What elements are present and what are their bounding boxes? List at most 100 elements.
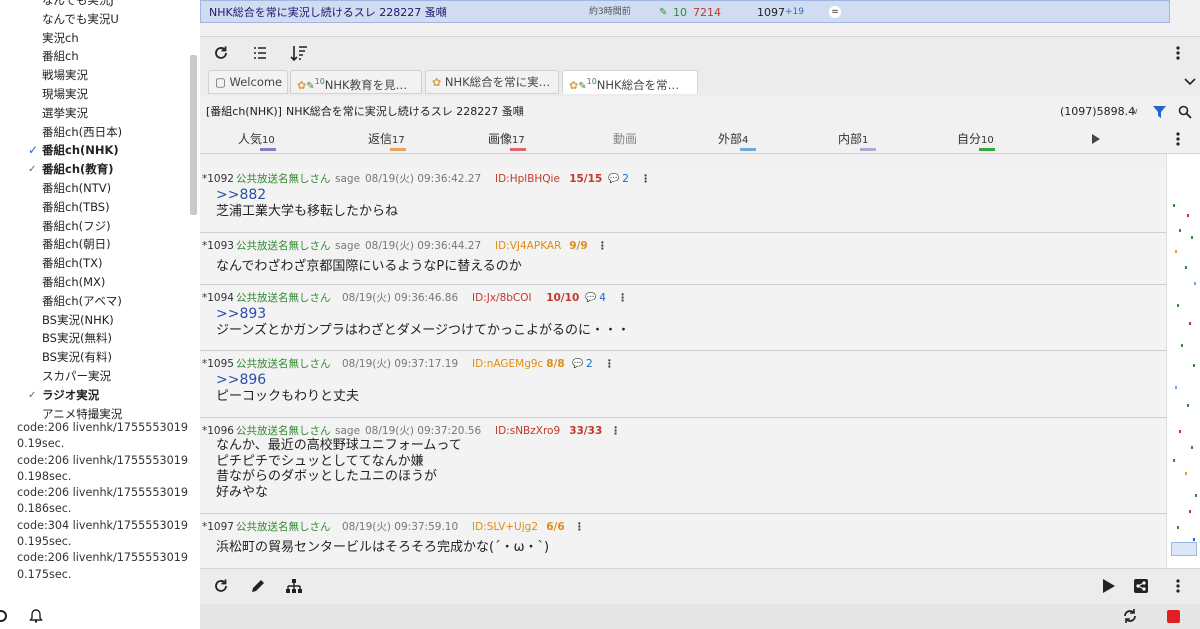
more-vert-icon[interactable]: ⋮ [597,239,608,253]
play-icon[interactable] [1097,574,1121,598]
sidebar-board-item[interactable]: 戦場実況 [0,66,190,85]
share-icon[interactable] [1129,574,1153,598]
post-reply-count[interactable]: 4 [599,291,606,305]
post-author[interactable]: 公共放送名無しさん [236,291,331,305]
chevron-down-icon[interactable]: ∨ [1132,100,1139,124]
more-vert-icon[interactable]: ⋮ [604,357,615,371]
post-id[interactable]: ID:VJ4APKAR [495,239,561,253]
sidebar-board-item[interactable]: スカパー実況 [0,367,190,386]
post-anchor-link[interactable]: >>882 [216,188,266,203]
tab-welcome[interactable]: ▢ Welcome [208,70,288,94]
post-number[interactable]: *1095 [202,357,234,371]
sidebar-board-item[interactable]: 番組ch(TX) [0,254,190,273]
chevron-down-icon[interactable] [1178,70,1200,94]
post-anchor-link[interactable]: >>896 [216,373,266,388]
tab-nhk-sogo-1[interactable]: ✿ NHK総合を常に実… [425,70,559,94]
tab-nhk-kyoiku[interactable]: ✿✎10NHK教育を見… [290,70,422,94]
refresh-icon[interactable] [209,574,233,598]
sidebar-board-item[interactable]: 番組ch(朝日) [0,235,190,254]
post-number[interactable]: *1093 [202,239,234,253]
sidebar-board-item[interactable]: 番組ch(アベマ) [0,292,190,311]
reply-bubble-icon[interactable]: 💬 [585,291,596,305]
post-item[interactable]: *1097 公共放送名無しさん 08/19(火) 09:37:59.10 ID:SLV… [200,515,1166,568]
post-reply-count[interactable]: 2 [586,357,593,371]
sidebar-scrollbar[interactable] [190,55,197,215]
reply-bubble-icon[interactable]: 💬 [608,172,619,186]
thread-minimap[interactable] [1166,154,1200,568]
sidebar-board-label: BS実況(有料) [42,350,112,365]
filter-tab[interactable]: 内部1 [838,130,876,151]
reply-bubble-icon[interactable]: 💬 [572,357,583,371]
filter-tab[interactable]: 自分10 [957,130,995,151]
post-id[interactable]: ID:HplBHQie [495,172,560,186]
filter-tab[interactable]: 外部4 [718,130,756,151]
post-item[interactable]: *1092 公共放送名無しさん sage 08/19(火) 09:36:42.27 ID… [200,167,1166,233]
more-vert-icon[interactable] [1166,574,1190,598]
post-item[interactable]: *1093 公共放送名無しさん sage 08/19(火) 09:36:44.27 ID… [200,234,1166,285]
post-author[interactable]: 公共放送名無しさん [236,424,331,438]
post-item[interactable]: *1094 公共放送名無しさん 08/19(火) 09:36:46.86 ID:Jx/… [200,286,1166,351]
minimap-mark [1185,472,1187,475]
post-item[interactable]: *1095 公共放送名無しさん 08/19(火) 09:37:17.19 ID:nAG… [200,352,1166,418]
minimap-viewport[interactable] [1171,542,1197,556]
thread-list-row-partial[interactable] [200,24,1170,36]
sidebar-board-item[interactable]: 番組ch(フジ) [0,217,190,236]
filter-icon[interactable] [1153,106,1166,118]
post-anchor-link[interactable]: >>893 [216,307,266,322]
filter-tab[interactable]: 人気10 [238,130,276,151]
pencil-icon[interactable] [246,574,270,598]
sidebar-board-item[interactable]: 番組ch(西日本) [0,123,190,142]
sidebar-board-item[interactable]: 番組ch(NTV) [0,179,190,198]
sidebar-board-item[interactable]: 現場実況 [0,85,190,104]
filter-tab[interactable]: 動画 [613,130,637,147]
post-author[interactable]: 公共放送名無しさん [236,239,331,253]
list-icon[interactable] [248,41,272,65]
search-icon[interactable] [1178,105,1192,119]
sidebar-board-item[interactable]: 番組ch [0,47,190,66]
circle-icon[interactable] [0,609,8,623]
sidebar-board-item[interactable]: なんでも実況J [0,0,190,10]
post-number[interactable]: *1097 [202,520,234,534]
more-vert-icon[interactable]: ⋮ [574,520,585,534]
post-number[interactable]: *1096 [202,424,234,438]
more-vert-icon[interactable]: ⋮ [617,291,628,305]
sidebar-board-item[interactable]: 選挙実況 [0,104,190,123]
post-author[interactable]: 公共放送名無しさん [236,520,331,534]
post-author[interactable]: 公共放送名無しさん [236,357,331,371]
stop-icon[interactable] [1167,610,1180,623]
tree-icon[interactable] [282,574,306,598]
sidebar-board-item[interactable]: 実況ch [0,29,190,48]
play-small-icon[interactable] [1092,134,1100,144]
sidebar-board-item[interactable]: 番組ch(MX) [0,273,190,292]
post-id[interactable]: ID:nAGEMg9c [472,357,543,371]
thread-list-row[interactable]: NHK総合を常に実況し続けるスレ 228227 蚤噸 約3時間前 ✎ 10 72… [200,0,1170,23]
sync-icon[interactable] [1122,608,1138,624]
sidebar-board-item[interactable]: ✓ 番組ch(NHK) [0,141,190,160]
post-id[interactable]: ID:Jx/8bCOI [472,291,532,305]
more-vert-icon[interactable]: ⋮ [610,424,621,438]
post-id[interactable]: ID:sNBzXro9 [495,424,560,438]
sidebar-board-item[interactable]: BS実況(無料) [0,329,190,348]
refresh-icon[interactable] [209,41,233,65]
post-number[interactable]: *1094 [202,291,234,305]
filter-tab[interactable]: 画像17 [488,130,526,151]
sidebar-board-item[interactable]: なんでも実況U [0,10,190,29]
more-vert-icon[interactable] [1166,41,1190,65]
post-reply-count[interactable]: 2 [622,172,629,186]
bell-icon[interactable] [28,608,44,624]
tab-nhk-sogo-2[interactable]: ✿✎10NHK総合を常… [562,70,698,94]
sidebar-board-item[interactable]: ✓ ラジオ実況 [0,386,190,405]
post-number[interactable]: *1092 [202,172,234,186]
sidebar-board-item[interactable]: ✓ 番組ch(教育) [0,160,190,179]
post-item[interactable]: *1096 公共放送名無しさん sage 08/19(火) 09:37:20.56 ID… [200,419,1166,514]
post-id[interactable]: ID:SLV+Ujg2 [472,520,538,534]
thread-stats[interactable]: (1097)5898.4 [1060,100,1135,124]
sidebar-board-item[interactable]: BS実況(NHK) [0,311,190,330]
sidebar-board-item[interactable]: 番組ch(TBS) [0,198,190,217]
more-vert-icon[interactable]: ⋮ [640,172,651,186]
post-author[interactable]: 公共放送名無しさん [236,172,331,186]
sidebar-board-item[interactable]: BS実況(有料) [0,348,190,367]
sort-icon[interactable] [287,41,311,65]
filter-tab[interactable]: 返信17 [368,130,406,151]
more-vert-icon[interactable] [1166,127,1190,151]
